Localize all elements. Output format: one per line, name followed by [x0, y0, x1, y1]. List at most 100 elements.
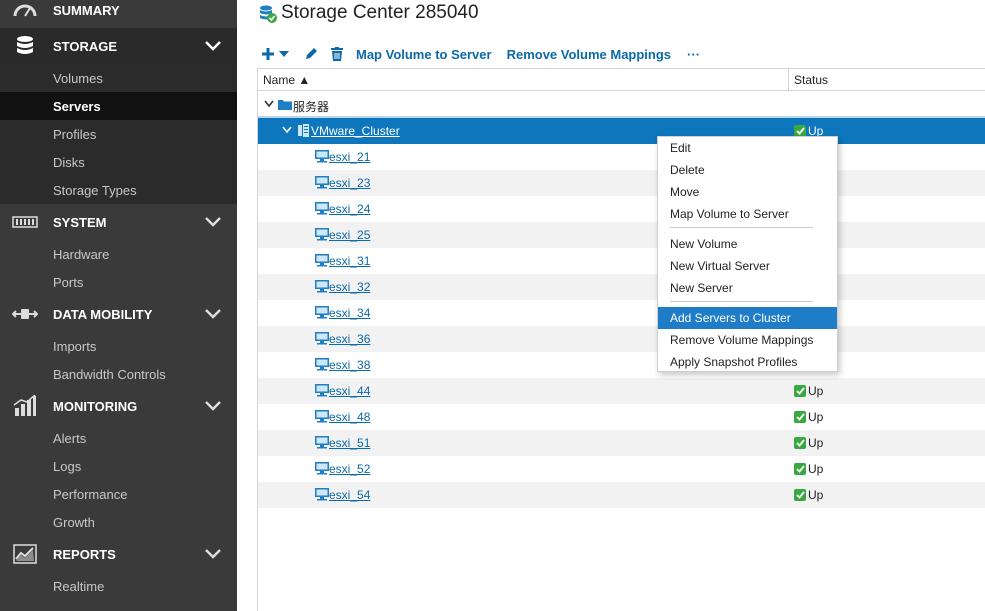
server-name-link[interactable]: esxi_38 — [329, 358, 370, 372]
table-row[interactable]: esxi_51 Up — [258, 430, 985, 456]
menu-item-edit[interactable]: Edit — [658, 137, 837, 159]
menu-item-remove-volume-mappings[interactable]: Remove Volume Mappings — [658, 329, 837, 351]
data-mobility-submenu: Imports Bandwidth Controls — [0, 332, 237, 388]
table-row[interactable]: esxi_36 — [258, 326, 985, 352]
server-monitor-icon — [315, 228, 329, 241]
table-row[interactable]: esxi_52 Up — [258, 456, 985, 482]
sidebar-section-system[interactable]: SYSTEM — [0, 204, 237, 240]
table-row[interactable]: esxi_21 — [258, 144, 985, 170]
remove-volume-mappings-button[interactable]: Remove Volume Mappings — [507, 47, 671, 62]
server-monitor-icon — [315, 436, 329, 449]
table-row[interactable]: esxi_32 — [258, 274, 985, 300]
delete-button[interactable] — [328, 45, 346, 63]
server-name-link[interactable]: esxi_32 — [329, 280, 370, 294]
server-monitor-icon — [315, 280, 329, 293]
server-name-link[interactable]: esxi_48 — [329, 410, 370, 424]
trash-icon — [331, 47, 343, 61]
chevron-down-icon[interactable] — [204, 308, 222, 320]
sidebar-item-logs[interactable]: Logs — [0, 452, 237, 480]
server-cluster-icon — [298, 124, 309, 137]
menu-item-move[interactable]: Move — [658, 181, 837, 203]
sidebar-item-bandwidth-controls[interactable]: Bandwidth Controls — [0, 360, 237, 388]
chevron-down-icon[interactable] — [204, 40, 222, 52]
map-volume-to-server-button[interactable]: Map Volume to Server — [356, 47, 492, 62]
chevron-down-icon[interactable] — [264, 100, 274, 108]
server-monitor-icon — [315, 176, 329, 189]
sidebar-section-summary[interactable]: SUMMARY — [0, 0, 237, 28]
server-name-link[interactable]: esxi_51 — [329, 436, 370, 450]
table-row[interactable]: esxi_38 — [258, 352, 985, 378]
table-row[interactable]: esxi_24 — [258, 196, 985, 222]
server-name-link[interactable]: esxi_31 — [329, 254, 370, 268]
sidebar-section-label: MONITORING — [53, 398, 138, 414]
edit-button[interactable] — [302, 45, 320, 63]
sidebar-item-alerts[interactable]: Alerts — [0, 424, 237, 452]
database-icon — [11, 35, 39, 57]
sidebar-item-volumes[interactable]: Volumes — [0, 64, 237, 92]
data-transfer-icon — [11, 303, 39, 325]
server-name-link[interactable]: esxi_34 — [329, 306, 370, 320]
sidebar-item-realtime[interactable]: Realtime — [0, 572, 237, 600]
menu-item-add-servers-to-cluster[interactable]: Add Servers to Cluster — [658, 307, 837, 329]
table-row[interactable]: esxi_44 Up — [258, 378, 985, 404]
table-row[interactable]: esxi_25 — [258, 222, 985, 248]
sidebar-item-profiles[interactable]: Profiles — [0, 120, 237, 148]
status-cell: Up — [794, 488, 823, 502]
cluster-name-link[interactable]: VMware_Cluster — [311, 124, 400, 138]
chevron-down-icon[interactable] — [204, 400, 222, 412]
sidebar-section-storage[interactable]: STORAGE — [0, 28, 237, 64]
line-chart-icon — [11, 543, 39, 565]
chevron-down-icon[interactable] — [204, 548, 222, 560]
server-name-link[interactable]: esxi_21 — [329, 150, 370, 164]
sidebar-item-disks[interactable]: Disks — [0, 148, 237, 176]
more-actions-button[interactable]: ··· — [687, 47, 700, 62]
table-row-folder[interactable]: 服务器 — [258, 92, 985, 118]
server-name-link[interactable]: esxi_52 — [329, 462, 370, 476]
check-icon — [794, 385, 806, 397]
server-name-link[interactable]: esxi_24 — [329, 202, 370, 216]
table-row[interactable]: esxi_23 — [258, 170, 985, 196]
table-row[interactable]: esxi_31 — [258, 248, 985, 274]
menu-item-map-volume-to-server[interactable]: Map Volume to Server — [658, 203, 837, 225]
add-button[interactable] — [262, 47, 292, 61]
table-row[interactable]: esxi_34 — [258, 300, 985, 326]
column-header-name[interactable]: Name ▲ — [263, 73, 310, 87]
chevron-down-icon[interactable] — [204, 216, 222, 228]
table-row[interactable]: esxi_48 Up — [258, 404, 985, 430]
table-row[interactable]: esxi_54 Up — [258, 482, 985, 508]
sidebar-item-ports[interactable]: Ports — [0, 268, 237, 296]
monitoring-submenu: Alerts Logs Performance Growth — [0, 424, 237, 536]
sidebar-section-monitoring[interactable]: MONITORING — [0, 388, 237, 424]
pencil-icon — [306, 48, 317, 59]
column-header-status[interactable]: Status — [794, 73, 828, 87]
hardware-rack-icon — [11, 211, 39, 233]
check-icon — [794, 489, 806, 501]
menu-item-new-server[interactable]: New Server — [658, 277, 837, 299]
status-cell: Up — [794, 436, 823, 450]
menu-item-apply-snapshot-profiles[interactable]: Apply Snapshot Profiles — [658, 351, 837, 373]
sidebar-item-servers[interactable]: Servers — [0, 92, 237, 120]
sidebar-item-imports[interactable]: Imports — [0, 332, 237, 360]
sidebar-item-growth[interactable]: Growth — [0, 508, 237, 536]
column-divider[interactable] — [788, 69, 789, 91]
menu-item-delete[interactable]: Delete — [658, 159, 837, 181]
sidebar-item-hardware[interactable]: Hardware — [0, 240, 237, 268]
table-row-cluster[interactable]: VMware_Cluster Up — [258, 118, 985, 144]
server-monitor-icon — [315, 150, 329, 163]
sidebar-item-storage-types[interactable]: Storage Types — [0, 176, 237, 204]
sidebar-section-reports[interactable]: REPORTS — [0, 536, 237, 572]
server-name-link[interactable]: esxi_36 — [329, 332, 370, 346]
server-name-link[interactable]: esxi_25 — [329, 228, 370, 242]
check-icon — [794, 437, 806, 449]
server-name-link[interactable]: esxi_44 — [329, 384, 370, 398]
server-name-link[interactable]: esxi_54 — [329, 488, 370, 502]
reports-submenu: Realtime — [0, 572, 237, 611]
chevron-down-icon[interactable] — [282, 126, 292, 134]
server-monitor-icon — [315, 488, 329, 501]
sidebar-item-performance[interactable]: Performance — [0, 480, 237, 508]
menu-item-new-virtual-server[interactable]: New Virtual Server — [658, 255, 837, 277]
menu-item-new-volume[interactable]: New Volume — [658, 233, 837, 255]
server-name-link[interactable]: esxi_23 — [329, 176, 370, 190]
status-cell: Up — [794, 462, 823, 476]
sidebar-section-data-mobility[interactable]: DATA MOBILITY — [0, 296, 237, 332]
